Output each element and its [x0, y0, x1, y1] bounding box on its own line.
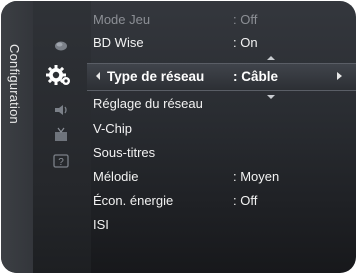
channel-icon[interactable]: [51, 126, 71, 146]
menu-item-econ-energie[interactable]: Écon. énergie : Off: [93, 190, 356, 212]
sidebar: Configuration: [1, 1, 34, 273]
sound-icon[interactable]: [51, 100, 71, 120]
menu-item-sous-titres[interactable]: Sous-titres: [93, 142, 356, 164]
picture-icon[interactable]: [51, 35, 71, 55]
menu-item-label: Écon. énergie: [93, 193, 174, 208]
setup-gear-icon[interactable]: [46, 64, 72, 88]
menu-item-reglage-du-reseau[interactable]: Réglage du réseau: [93, 93, 356, 115]
menu-item-melodie[interactable]: Mélodie : Moyen: [93, 166, 356, 188]
menu-list-lower: Réglage du réseau V-Chip Sous-titres Mél…: [93, 1, 356, 273]
support-icon[interactable]: ?: [51, 151, 71, 171]
menu-item-label: Sous-titres: [93, 145, 156, 160]
osd-menu-panel: Configuration ? Mode Jeu: Off BD Wise:…: [1, 1, 356, 273]
menu-item-value: : Moyen: [233, 169, 280, 184]
menu-item-v-chip[interactable]: V-Chip: [93, 118, 356, 140]
menu-item-label: Mélodie: [93, 169, 139, 184]
menu-item-label: ISI: [93, 217, 109, 232]
svg-text:?: ?: [58, 157, 64, 168]
sidebar-title: Configuration: [7, 44, 22, 124]
menu-item-label: V-Chip: [93, 121, 133, 136]
menu-item-label: Réglage du réseau: [93, 96, 203, 111]
menu-item-isi[interactable]: ISI: [93, 214, 356, 236]
menu-item-value: : Off: [233, 193, 258, 208]
